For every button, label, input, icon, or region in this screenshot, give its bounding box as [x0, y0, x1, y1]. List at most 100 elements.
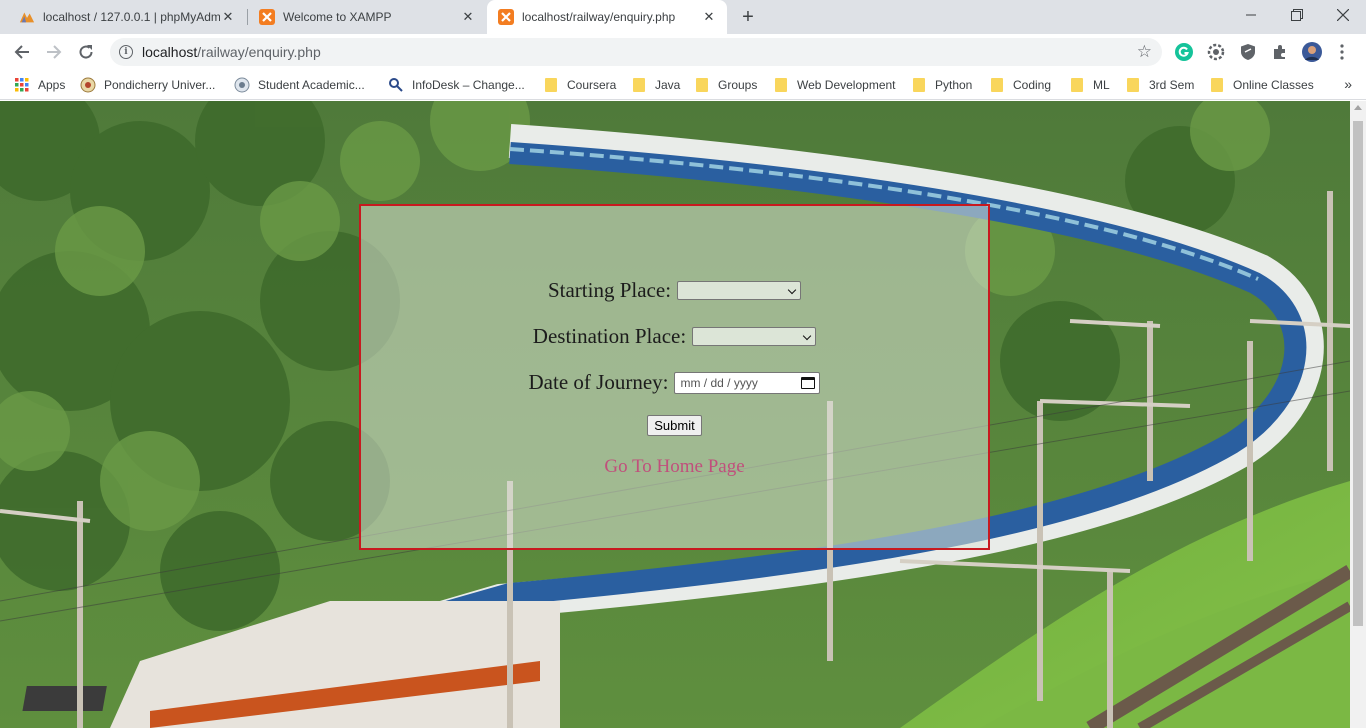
destination-place-row: Destination Place:: [361, 324, 988, 349]
bookmark-folder-3rd-sem[interactable]: 3rd Sem: [1125, 76, 1194, 94]
extensions-puzzle-icon[interactable]: [1270, 42, 1290, 62]
tab-xampp[interactable]: Welcome to XAMPP ✕: [248, 0, 486, 34]
reload-icon: [79, 45, 93, 59]
folder-icon: [543, 77, 559, 93]
bookmark-label: Groups: [718, 78, 758, 92]
bookmark-folder-java[interactable]: Java: [631, 76, 680, 94]
scrollbar-thumb[interactable]: [1353, 121, 1363, 626]
folder-icon: [1069, 77, 1085, 93]
folder-icon: [911, 77, 927, 93]
bookmark-apps[interactable]: Apps: [14, 76, 65, 94]
url-host: localhost: [142, 44, 198, 60]
phpmyadmin-icon: [19, 9, 35, 25]
bookmark-folder-coding[interactable]: Coding: [989, 76, 1051, 94]
bookmark-star-icon[interactable]: ☆: [1137, 42, 1152, 62]
bookmark-label: Java: [655, 78, 681, 92]
minimize-button[interactable]: [1228, 0, 1274, 30]
folder-icon: [631, 77, 647, 93]
close-icon[interactable]: ✕: [220, 9, 236, 25]
site-icon: [234, 77, 250, 93]
starting-place-label: Starting Place:: [547, 278, 672, 302]
bookmark-pondicherry[interactable]: Pondicherry Univer...: [80, 76, 215, 94]
submit-button[interactable]: Submit: [647, 415, 702, 436]
bookmark-label: Python: [935, 78, 973, 92]
folder-icon: [1209, 77, 1225, 93]
address-bar[interactable]: i localhost/railway/enquiry.php ☆: [110, 38, 1162, 66]
tab-title: localhost / 127.0.0.1 | phpMyAdm: [43, 10, 220, 24]
restore-button[interactable]: [1274, 0, 1320, 30]
home-link-row: Go To Home Page: [361, 456, 988, 478]
tab-title: localhost/railway/enquiry.php: [522, 10, 676, 24]
extension-gear-icon[interactable]: [1206, 42, 1226, 62]
bookmark-label: Online Classes: [1233, 78, 1314, 92]
close-icon[interactable]: ✕: [701, 9, 717, 25]
bookmark-folder-online-classes[interactable]: Online Classes: [1209, 76, 1314, 94]
bookmark-folder-web-development[interactable]: Web Development: [773, 76, 896, 94]
site-icon: [80, 77, 96, 93]
close-icon: [1337, 9, 1349, 21]
scroll-up-arrow-icon[interactable]: [1354, 105, 1362, 110]
tab-title: Welcome to XAMPP: [283, 10, 392, 24]
xampp-icon: [259, 9, 275, 25]
page-content: Starting Place: Destination Place: Date …: [0, 101, 1350, 728]
date-placeholder: mm / dd / yyyy: [680, 375, 758, 390]
page-scrollbar[interactable]: [1350, 101, 1366, 728]
menu-kebab-icon[interactable]: [1332, 42, 1352, 62]
starting-place-row: Starting Place:: [361, 278, 988, 303]
bookmark-label: Pondicherry Univer...: [104, 78, 216, 92]
arrow-right-icon: [47, 45, 62, 59]
bookmark-label: Coding: [1013, 78, 1052, 92]
journey-date-label: Date of Journey:: [528, 370, 669, 394]
bookmark-infodesk[interactable]: InfoDesk – Change...: [388, 76, 525, 94]
tab-strip: localhost / 127.0.0.1 | phpMyAdm ✕ Welco…: [0, 0, 1366, 34]
close-icon[interactable]: ✕: [460, 9, 476, 25]
journey-date-row: Date of Journey: mm / dd / yyyy: [361, 370, 988, 395]
minimize-icon: [1246, 14, 1256, 16]
destination-place-label: Destination Place:: [532, 324, 687, 348]
bookmark-folder-python[interactable]: Python: [911, 76, 972, 94]
arrow-left-icon: [14, 45, 29, 59]
bookmarks-overflow-button[interactable]: »: [1344, 76, 1352, 92]
tab-enquiry[interactable]: localhost/railway/enquiry.php ✕: [487, 0, 727, 34]
home-page-link[interactable]: Go To Home Page: [604, 456, 744, 478]
folder-icon: [773, 77, 789, 93]
info-icon[interactable]: i: [119, 45, 133, 59]
journey-date-input[interactable]: mm / dd / yyyy: [674, 371, 821, 394]
starting-place-select[interactable]: [677, 281, 802, 300]
bookmark-folder-ml[interactable]: ML: [1069, 76, 1110, 94]
bookmarks-bar: Apps Pondicherry Univer... Student Acade…: [0, 70, 1366, 100]
url-path: /railway/enquiry.php: [197, 44, 321, 60]
folder-icon: [694, 77, 710, 93]
close-window-button[interactable]: [1320, 0, 1366, 30]
bookmark-label: Student Academic...: [258, 78, 365, 92]
forward-button[interactable]: [40, 38, 68, 66]
destination-place-select[interactable]: [692, 327, 817, 346]
back-button[interactable]: [8, 38, 36, 66]
grammarly-icon[interactable]: [1174, 42, 1194, 62]
calendar-icon[interactable]: [801, 376, 816, 389]
submit-row: Submit: [361, 415, 988, 436]
folder-icon: [989, 77, 1005, 93]
apps-grid-icon: [14, 77, 30, 93]
new-tab-button[interactable]: +: [736, 5, 760, 29]
folder-icon: [1125, 77, 1141, 93]
bookmark-label: 3rd Sem: [1149, 78, 1195, 92]
reload-button[interactable]: [72, 38, 100, 66]
bookmark-label: InfoDesk – Change...: [412, 78, 525, 92]
bookmark-label: Coursera: [567, 78, 617, 92]
xampp-icon: [498, 9, 514, 25]
tab-phpmyadmin[interactable]: localhost / 127.0.0.1 | phpMyAdm ✕: [8, 0, 246, 34]
enquiry-form-panel: Starting Place: Destination Place: Date …: [359, 204, 990, 550]
url-text[interactable]: localhost/railway/enquiry.php: [142, 44, 321, 60]
bookmark-student-academic[interactable]: Student Academic...: [234, 76, 365, 94]
bookmark-label: ML: [1093, 78, 1110, 92]
profile-avatar[interactable]: [1302, 42, 1322, 62]
site-icon: [388, 77, 404, 93]
bookmark-label: Web Development: [797, 78, 896, 92]
restore-icon: [1291, 9, 1303, 21]
bookmark-folder-coursera[interactable]: Coursera: [543, 76, 616, 94]
browser-toolbar: i localhost/railway/enquiry.php ☆: [0, 34, 1366, 70]
bookmark-label: Apps: [38, 78, 66, 92]
shield-icon[interactable]: [1238, 42, 1258, 62]
bookmark-folder-groups[interactable]: Groups: [694, 76, 757, 94]
